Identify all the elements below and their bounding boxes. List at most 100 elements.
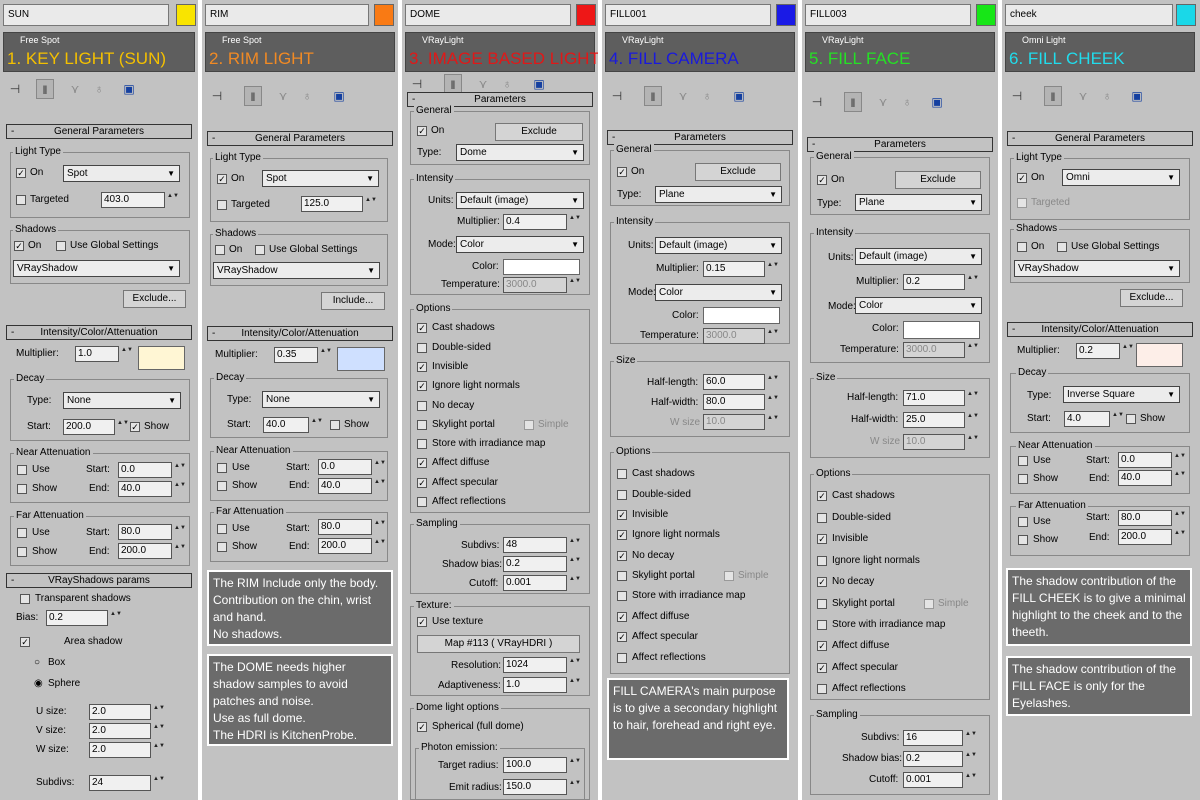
spinner-arrows[interactable]: ▲▼	[767, 394, 779, 410]
spinner-arrows[interactable]: ▲▼	[167, 192, 179, 208]
spinner-arrows[interactable]: ▲▼	[1174, 529, 1186, 545]
spinner-arrows[interactable]: ▲▼	[569, 779, 581, 795]
light-color-swatch[interactable]	[374, 4, 394, 26]
light-name-field[interactable]: FILL001	[605, 4, 771, 26]
light-name-field[interactable]: DOME	[405, 4, 571, 26]
far-end-field[interactable]: 200.0	[318, 538, 372, 554]
decay-type-dropdown[interactable]: None ▼	[262, 391, 380, 408]
exclude-button[interactable]: Exclude...	[1120, 289, 1183, 307]
show-end-result-icon[interactable]: ‖	[644, 86, 662, 106]
far-show-checkbox[interactable]	[17, 547, 27, 557]
w-size-field[interactable]: 10.0	[703, 414, 765, 430]
spinner-arrows[interactable]: ▲▼	[1122, 343, 1134, 359]
spinner-arrows[interactable]: ▲▼	[767, 328, 779, 344]
exclude-button[interactable]: Exclude	[895, 171, 981, 189]
show-end-result-icon[interactable]: ‖	[844, 92, 862, 112]
half-length-field[interactable]: 60.0	[703, 374, 765, 390]
temperature-field[interactable]: 3000.0	[503, 277, 567, 293]
affect-specular-checkbox[interactable]: ✓	[417, 478, 427, 488]
u-size-field[interactable]: 2.0	[89, 704, 151, 720]
far-end-field[interactable]: 200.0	[118, 543, 172, 559]
multiplier-field[interactable]: 0.2	[903, 274, 965, 290]
use-global-checkbox[interactable]	[56, 241, 66, 251]
light-color-picker[interactable]	[1136, 343, 1183, 367]
targeted-checkbox[interactable]	[16, 195, 26, 205]
affect-specular-checkbox[interactable]: ✓	[617, 632, 627, 642]
pin-stack-icon[interactable]: ⊣	[6, 79, 24, 99]
affect-reflections-checkbox[interactable]	[417, 497, 427, 507]
spherical-checkbox[interactable]: ✓	[417, 722, 427, 732]
make-unique-icon[interactable]: ⋎	[274, 86, 292, 106]
shadows-on-checkbox[interactable]	[1017, 242, 1027, 252]
spinner-arrows[interactable]: ▲▼	[569, 677, 581, 693]
spinner-arrows[interactable]: ▲▼	[569, 657, 581, 673]
configure-sets-icon[interactable]: ▣	[330, 86, 348, 106]
decay-start-field[interactable]: 4.0	[1064, 411, 1110, 427]
double-sided-checkbox[interactable]	[417, 343, 427, 353]
store-irradiance-checkbox[interactable]	[617, 591, 627, 601]
cutoff-field[interactable]: 0.001	[903, 772, 963, 788]
configure-sets-icon[interactable]: ▣	[530, 74, 548, 94]
spinner-arrows[interactable]: ▲▼	[1112, 411, 1124, 427]
configure-sets-icon[interactable]: ▣	[730, 86, 748, 106]
use-global-checkbox[interactable]	[255, 245, 265, 255]
pin-stack-icon[interactable]: ⊣	[208, 86, 226, 106]
spinner-arrows[interactable]: ▲▼	[374, 538, 386, 554]
units-dropdown[interactable]: Default (image) ▼	[456, 192, 584, 209]
configure-sets-icon[interactable]: ▣	[120, 79, 138, 99]
half-width-field[interactable]: 80.0	[703, 394, 765, 410]
shadow-type-dropdown[interactable]: VRayShadow ▼	[1014, 260, 1180, 277]
invisible-checkbox[interactable]: ✓	[817, 534, 827, 544]
light-type-dropdown[interactable]: Spot ▼	[63, 165, 180, 182]
simple-checkbox[interactable]	[924, 599, 934, 609]
make-unique-icon[interactable]: ⋎	[474, 74, 492, 94]
on-checkbox[interactable]: ✓	[617, 167, 627, 177]
v-size-field[interactable]: 2.0	[89, 723, 151, 739]
ignore-normals-checkbox[interactable]: ✓	[617, 530, 627, 540]
mode-dropdown[interactable]: Color ▼	[855, 297, 982, 314]
light-color-swatch[interactable]	[776, 4, 796, 26]
exclude-button[interactable]: Exclude	[695, 163, 781, 181]
pin-stack-icon[interactable]: ⊣	[808, 92, 826, 112]
far-use-checkbox[interactable]	[217, 524, 227, 534]
near-use-checkbox[interactable]	[1018, 456, 1028, 466]
near-show-checkbox[interactable]	[17, 484, 27, 494]
spinner-arrows[interactable]: ▲▼	[767, 414, 779, 430]
exclude-button[interactable]: Exclude...	[123, 290, 186, 308]
far-start-field[interactable]: 80.0	[318, 519, 372, 535]
far-use-checkbox[interactable]	[17, 528, 27, 538]
spinner-arrows[interactable]: ▲▼	[569, 556, 581, 572]
remove-modifier-icon[interactable]: ♁	[698, 86, 716, 106]
spinner-arrows[interactable]: ▲▼	[1174, 470, 1186, 486]
mode-dropdown[interactable]: Color ▼	[655, 284, 782, 301]
type-dropdown[interactable]: Dome ▼	[456, 144, 584, 161]
pin-stack-icon[interactable]: ⊣	[1008, 86, 1026, 106]
spinner-arrows[interactable]: ▲▼	[767, 374, 779, 390]
remove-modifier-icon[interactable]: ♁	[298, 86, 316, 106]
remove-modifier-icon[interactable]: ♁	[1098, 86, 1116, 106]
subdivs-field[interactable]: 48	[503, 537, 567, 553]
spinner-arrows[interactable]: ▲▼	[569, 575, 581, 591]
store-irradiance-checkbox[interactable]	[417, 439, 427, 449]
resolution-field[interactable]: 1024	[503, 657, 567, 673]
light-name-field[interactable]: SUN	[3, 4, 169, 26]
decay-show-checkbox[interactable]	[330, 420, 340, 430]
spinner-arrows[interactable]: ▲▼	[569, 537, 581, 553]
rollout-parameters[interactable]: - Parameters	[807, 137, 993, 152]
on-checkbox[interactable]: ✓	[217, 174, 227, 184]
invisible-checkbox[interactable]: ✓	[417, 362, 427, 372]
double-sided-checkbox[interactable]	[617, 490, 627, 500]
spinner-arrows[interactable]: ▲▼	[153, 723, 165, 739]
spinner-arrows[interactable]: ▲▼	[121, 346, 133, 362]
light-name-field[interactable]: RIM	[205, 4, 369, 26]
spinner-arrows[interactable]: ▲▼	[320, 347, 332, 363]
spinner-arrows[interactable]: ▲▼	[374, 519, 386, 535]
near-use-checkbox[interactable]	[217, 463, 227, 473]
rollout-general-parameters[interactable]: - General Parameters	[1007, 131, 1193, 146]
make-unique-icon[interactable]: ⋎	[66, 79, 84, 99]
near-end-field[interactable]: 40.0	[1118, 470, 1172, 486]
area-shadow-checkbox[interactable]: ✓	[20, 637, 30, 647]
make-unique-icon[interactable]: ⋎	[874, 92, 892, 112]
near-end-field[interactable]: 40.0	[118, 481, 172, 497]
cast-shadows-checkbox[interactable]: ✓	[817, 491, 827, 501]
